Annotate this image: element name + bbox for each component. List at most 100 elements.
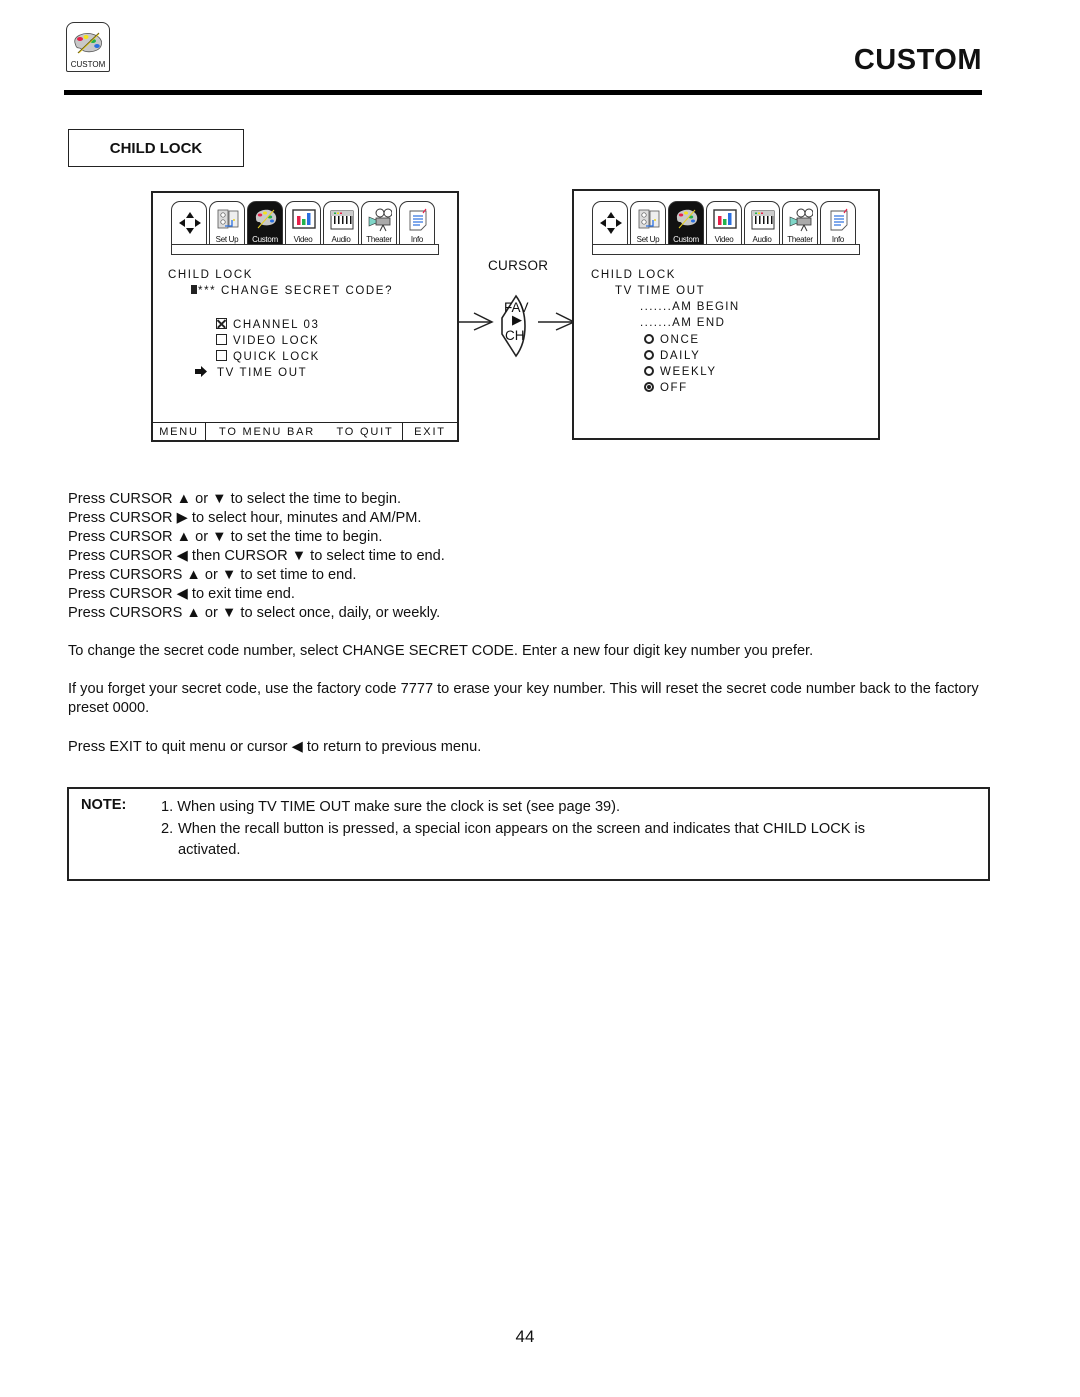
checkbox-icon[interactable] xyxy=(216,350,227,361)
menu-heading: CHILD LOCK xyxy=(168,269,254,281)
menu-subheading: TV TIME OUT xyxy=(615,285,706,297)
option-label: WEEKLY xyxy=(660,366,717,378)
cursor-right-icon: ▶ xyxy=(512,312,522,327)
film-projector-icon xyxy=(368,208,392,232)
video-lock-item[interactable]: VIDEO LOCK xyxy=(216,334,319,347)
tab-label: Custom xyxy=(673,235,699,244)
tab-info[interactable]: Info xyxy=(399,201,435,245)
tab-status-strip xyxy=(592,244,860,255)
setup-panel-icon xyxy=(638,209,660,229)
arrow-right-pointer-icon xyxy=(195,366,207,377)
section-title: CHILD LOCK xyxy=(68,129,244,167)
option-once[interactable]: ONCE xyxy=(644,334,700,346)
direction-arrows-icon xyxy=(600,212,622,234)
to-menu-bar-label: TO MENU BAR xyxy=(219,425,315,438)
note-item-text: activated. xyxy=(178,842,241,858)
film-projector-icon xyxy=(789,208,813,232)
tab-setup[interactable]: Set Up xyxy=(630,201,666,245)
tab-label: Info xyxy=(831,235,845,244)
tab-label: Theater xyxy=(787,235,813,244)
note-item: 1. When using TV TIME OUT make sure the … xyxy=(161,799,621,815)
tab-audio[interactable]: Audio xyxy=(323,201,359,245)
item-label: VIDEO LOCK xyxy=(233,335,320,347)
change-secret-code-item[interactable]: *** CHANGE SECRET CODE? xyxy=(191,285,393,297)
tab-video[interactable]: Video xyxy=(285,201,321,245)
option-daily[interactable]: DAILY xyxy=(644,350,700,362)
page-title: CUSTOM xyxy=(853,44,982,76)
menu-key-label: MENU xyxy=(153,423,206,440)
cursor-label: CURSOR xyxy=(488,258,549,273)
notepad-icon xyxy=(409,208,427,231)
secret-code-paragraph: To change the secret code number, select… xyxy=(68,643,814,659)
instruction-step: Press CURSORS ▲ or ▼ to set time to end. xyxy=(68,567,357,583)
option-weekly[interactable]: WEEKLY xyxy=(644,366,717,378)
bar-chart-tv-icon xyxy=(292,209,316,229)
arrow-right-icon xyxy=(538,312,576,331)
tab-label: Video xyxy=(293,235,313,244)
child-lock-menu-screen: Set Up Custom Video Audio Theater Info C… xyxy=(151,191,459,442)
tv-time-out-screen: Set Up Custom Video Audio Theater Info C… xyxy=(572,189,880,440)
tab-navigate[interactable] xyxy=(592,201,628,245)
palette-icon xyxy=(255,209,277,229)
option-label: ONCE xyxy=(660,334,700,346)
tab-audio[interactable]: Audio xyxy=(744,201,780,245)
tab-custom[interactable]: Custom xyxy=(247,201,283,245)
quick-lock-item[interactable]: QUICK LOCK xyxy=(216,350,320,363)
tab-setup[interactable]: Set Up xyxy=(209,201,245,245)
logo-caption: CUSTOM xyxy=(70,60,106,69)
key-icon xyxy=(191,285,197,294)
exit-paragraph: Press EXIT to quit menu or cursor ◀ to r… xyxy=(68,739,482,755)
item-label: CHANNEL 03 xyxy=(233,319,320,331)
radio-icon[interactable] xyxy=(644,366,654,376)
channel-lock-item[interactable]: CHANNEL 03 xyxy=(216,318,320,331)
instruction-step: Press CURSOR ◀ then CURSOR ▼ to select t… xyxy=(68,548,445,564)
arrow-right-icon xyxy=(458,312,494,331)
note-box: NOTE: 1. When using TV TIME OUT make sur… xyxy=(67,787,990,881)
option-off[interactable]: OFF xyxy=(644,382,688,394)
checkbox-icon[interactable] xyxy=(216,334,227,345)
item-label: TV TIME OUT xyxy=(217,367,308,379)
tab-label: Audio xyxy=(752,235,772,244)
note-item-text: When the recall button is pressed, a spe… xyxy=(178,821,866,837)
instruction-step: Press CURSORS ▲ or ▼ to select once, dai… xyxy=(68,605,441,621)
checked-checkbox-icon[interactable] xyxy=(216,318,227,329)
tab-navigate[interactable] xyxy=(171,201,207,245)
tab-theater[interactable]: Theater xyxy=(361,201,397,245)
tab-label: Video xyxy=(714,235,734,244)
keyboard-icon xyxy=(751,210,775,230)
tab-theater[interactable]: Theater xyxy=(782,201,818,245)
ch-label: CH xyxy=(505,328,525,343)
palette-icon xyxy=(74,32,102,54)
tab-custom[interactable]: Custom xyxy=(668,201,704,245)
exit-key-label: EXIT xyxy=(414,425,446,438)
begin-time-field[interactable]: .......AM BEGIN xyxy=(640,301,740,313)
custom-logo: CUSTOM xyxy=(66,22,110,72)
radio-icon[interactable] xyxy=(644,334,654,344)
factory-code-paragraph: If you forget your secret code, use the … xyxy=(68,681,979,716)
item-label: QUICK LOCK xyxy=(233,351,320,363)
tab-status-strip xyxy=(171,244,439,255)
radio-selected-icon[interactable] xyxy=(644,382,654,392)
option-label: DAILY xyxy=(660,350,701,362)
bar-chart-tv-icon xyxy=(713,209,737,229)
instruction-steps: Press CURSOR ▲ or ▼ to select the time t… xyxy=(68,490,445,623)
end-time-field[interactable]: .......AM END xyxy=(640,317,725,329)
tab-label: Info xyxy=(410,235,424,244)
tab-info[interactable]: Info xyxy=(820,201,856,245)
instruction-step: Press CURSOR ▲ or ▼ to set the time to b… xyxy=(68,529,383,545)
instruction-step: Press CURSOR ▶ to select hour, minutes a… xyxy=(68,510,422,526)
tv-time-out-item[interactable]: TV TIME OUT xyxy=(195,366,307,379)
tab-label: Custom xyxy=(252,235,278,244)
radio-icon[interactable] xyxy=(644,350,654,360)
menu-help-bar: MENU TO MENU BAR TO QUIT EXIT xyxy=(153,422,457,440)
tab-video[interactable]: Video xyxy=(706,201,742,245)
page-number: 44 xyxy=(515,1327,535,1346)
setup-panel-icon xyxy=(217,209,239,229)
palette-icon xyxy=(676,209,698,229)
tab-label: Set Up xyxy=(215,235,239,244)
notepad-icon xyxy=(830,208,848,231)
menu-tab-bar: Set Up Custom Video Audio Theater Info xyxy=(171,201,439,255)
tab-label: Theater xyxy=(366,235,392,244)
direction-arrows-icon xyxy=(179,212,201,234)
note-item-number: 2. xyxy=(161,821,174,837)
